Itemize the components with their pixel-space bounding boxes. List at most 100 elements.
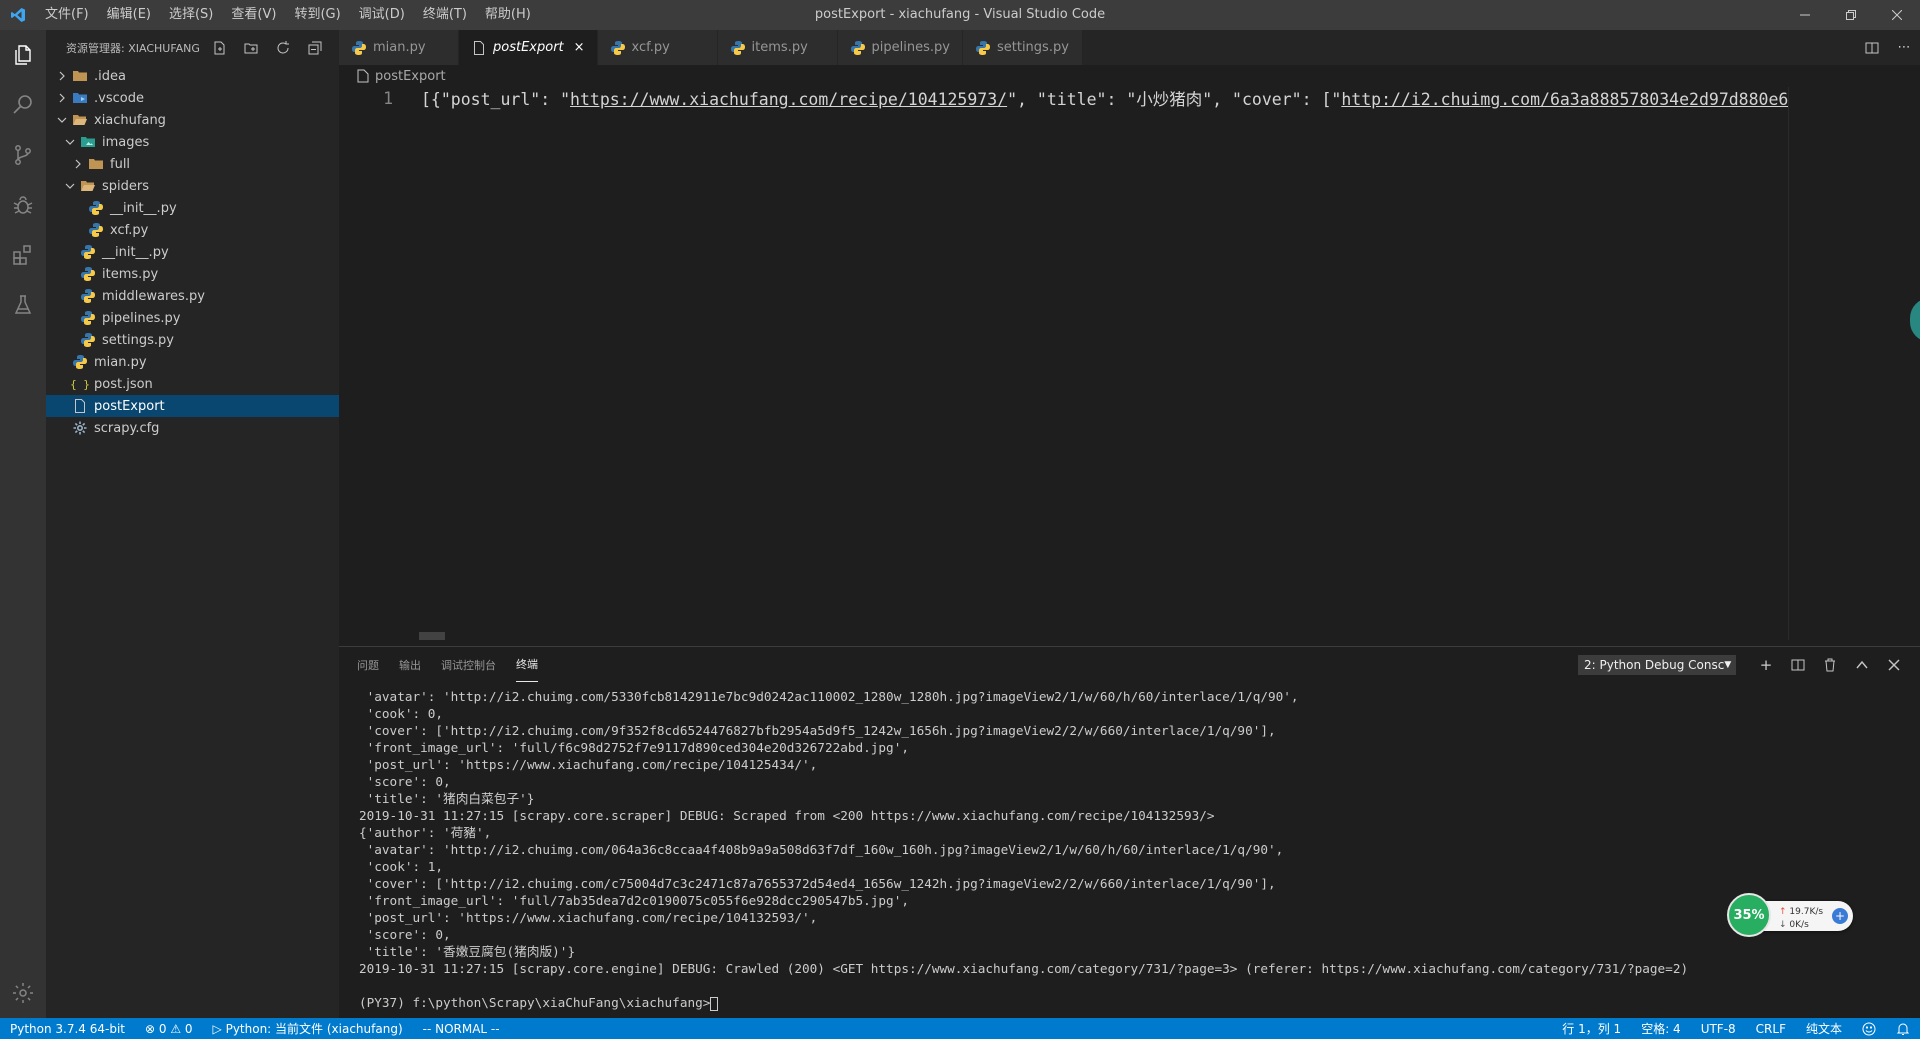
menu-item[interactable]: 查看(V) — [222, 0, 285, 30]
tree-item[interactable]: xcf.py — [46, 219, 339, 241]
tree-item[interactable]: scrapy.cfg — [46, 417, 339, 439]
terminal-output[interactable]: 'avatar': 'http://i2.chuimg.com/5330fcb8… — [359, 688, 1900, 1011]
menu-item[interactable]: 编辑(E) — [98, 0, 160, 30]
add-icon[interactable]: + — [1832, 908, 1848, 924]
more-actions-icon[interactable]: ⋯ — [1888, 40, 1920, 55]
panel-tab[interactable]: 输出 — [399, 647, 421, 682]
breadcrumb-file[interactable]: postExport — [375, 69, 446, 84]
network-speed-widget[interactable]: 35% ↑ 19.7K/s ↓ 0K/s + — [1727, 893, 1853, 937]
encoding[interactable]: UTF-8 — [1691, 1018, 1746, 1039]
restore-button[interactable] — [1828, 0, 1874, 30]
new-file-icon[interactable] — [203, 40, 235, 56]
minimize-button[interactable] — [1782, 0, 1828, 30]
tab-label: xcf.py — [631, 40, 670, 55]
chevron-down-icon[interactable] — [62, 137, 78, 147]
python-icon — [610, 40, 626, 56]
tree-item-label: __init__.py — [110, 200, 177, 216]
search-icon[interactable] — [0, 80, 46, 130]
editor-tab[interactable]: mian.py — [339, 30, 459, 65]
tree-item[interactable]: middlewares.py — [46, 285, 339, 307]
editor-tab[interactable]: xcf.py — [597, 30, 718, 65]
split-terminal-icon[interactable] — [1782, 658, 1814, 672]
line-ending[interactable]: CRLF — [1746, 1018, 1796, 1039]
terminal-line: 2019-10-31 11:27:15 [scrapy.core.scraper… — [359, 807, 1900, 824]
code-text[interactable]: [{"post_url": "https://www.xiachufang.co… — [421, 86, 1788, 110]
close-window-button[interactable] — [1874, 0, 1920, 30]
chevron-down-icon[interactable] — [54, 115, 70, 125]
code-line[interactable]: 1 [{"post_url": "https://www.xiachufang.… — [339, 86, 1788, 110]
code-editor[interactable]: 1 [{"post_url": "https://www.xiachufang.… — [339, 87, 1920, 640]
code-link[interactable]: https://www.xiachufang.com/recipe/104125… — [570, 90, 1007, 109]
close-panel-icon[interactable] — [1878, 659, 1910, 671]
source-control-icon[interactable] — [0, 130, 46, 180]
tree-item[interactable]: .vscode — [46, 87, 339, 109]
terminal-line-text: 'cook': 1, — [359, 859, 444, 874]
extensions-icon[interactable] — [0, 230, 46, 280]
editor-actions: ⋯ — [1856, 30, 1920, 65]
horizontal-scrollbar[interactable] — [419, 632, 445, 640]
new-folder-icon[interactable] — [235, 40, 267, 56]
tree-item[interactable]: full — [46, 153, 339, 175]
python-icon — [88, 200, 104, 216]
tree-item[interactable]: spiders — [46, 175, 339, 197]
tree-item[interactable]: __init__.py — [46, 241, 339, 263]
language-mode[interactable]: 纯文本 — [1796, 1018, 1852, 1039]
menu-item[interactable]: 终端(T) — [414, 0, 476, 30]
panel-tab[interactable]: 调试控制台 — [441, 647, 496, 682]
chevron-right-icon[interactable] — [70, 159, 86, 169]
collapse-all-icon[interactable] — [299, 40, 331, 56]
notifications-bell-icon[interactable] — [1886, 1018, 1920, 1039]
tree-item[interactable]: mian.py — [46, 351, 339, 373]
tree-item[interactable]: postExport — [46, 395, 339, 417]
indentation[interactable]: 空格: 4 — [1631, 1018, 1691, 1039]
menu-item[interactable]: 选择(S) — [160, 0, 222, 30]
tree-item[interactable]: { } post.json — [46, 373, 339, 395]
chevron-right-icon[interactable] — [54, 71, 70, 81]
code-link[interactable]: http://i2.chuimg.com/6a3a888578034e2d97d… — [1341, 90, 1788, 109]
tree-item[interactable]: pipelines.py — [46, 307, 339, 329]
tree-item[interactable]: items.py — [46, 263, 339, 285]
file-icon — [72, 398, 88, 414]
split-editor-icon[interactable] — [1856, 40, 1888, 56]
tree-item[interactable]: xiachufang — [46, 109, 339, 131]
problems-indicator[interactable]: ⊗ 0 ⚠ 0 — [135, 1018, 203, 1039]
panel-tab[interactable]: 问题 — [357, 647, 379, 682]
close-tab-icon[interactable]: × — [574, 40, 585, 55]
feedback-smiley-icon[interactable] — [1852, 1018, 1886, 1039]
run-config[interactable]: ▷ Python: 当前文件 (xiachufang) — [203, 1018, 413, 1039]
menu-item[interactable]: 帮助(H) — [476, 0, 540, 30]
chevron-down-icon[interactable] — [62, 181, 78, 191]
terminal-line-text: 'title': '猪肉白菜包子'} — [359, 791, 535, 806]
menu-item[interactable]: 调试(D) — [350, 0, 414, 30]
test-flask-icon[interactable] — [0, 280, 46, 330]
debug-icon[interactable] — [0, 180, 46, 230]
terminal-line: 'front_image_url': 'full/7ab35dea7d2c019… — [359, 892, 1900, 909]
chevron-down-icon: ▼ — [1724, 659, 1732, 670]
new-terminal-icon[interactable]: + — [1750, 656, 1782, 674]
cursor-position[interactable]: 行 1，列 1 — [1552, 1018, 1631, 1039]
editor-tab[interactable]: items.py — [717, 30, 838, 65]
python-interpreter[interactable]: Python 3.7.4 64-bit — [0, 1018, 135, 1039]
tree-item[interactable]: .idea — [46, 65, 339, 87]
refresh-icon[interactable] — [267, 40, 299, 56]
bottom-panel: 问题 输出 调试控制台 终端 2: Python Debug Consc ▼ + 'a… — [339, 646, 1920, 1018]
kill-terminal-icon[interactable] — [1814, 658, 1846, 672]
tree-item[interactable]: settings.py — [46, 329, 339, 351]
editor-tab[interactable]: postExport × — [459, 30, 598, 65]
terminal-select[interactable]: 2: Python Debug Consc ▼ — [1578, 654, 1736, 675]
tree-item-label: mian.py — [94, 354, 147, 370]
panel-tab[interactable]: 终端 — [516, 647, 538, 682]
menu-item[interactable]: 转到(G) — [285, 0, 349, 30]
minimap[interactable] — [1788, 87, 1920, 640]
folder-open-icon — [80, 178, 96, 194]
editor-tab[interactable]: settings.py — [962, 30, 1083, 65]
explorer-icon[interactable] — [0, 30, 46, 80]
settings-gear-icon[interactable] — [0, 968, 46, 1018]
maximize-panel-icon[interactable] — [1846, 658, 1878, 672]
chevron-right-icon[interactable] — [54, 93, 70, 103]
editor-tab[interactable]: pipelines.py — [837, 30, 963, 65]
upload-speed-value: 19.7K/s — [1789, 907, 1824, 917]
menu-item[interactable]: 文件(F) — [36, 0, 98, 30]
tree-item[interactable]: images — [46, 131, 339, 153]
tree-item[interactable]: __init__.py — [46, 197, 339, 219]
